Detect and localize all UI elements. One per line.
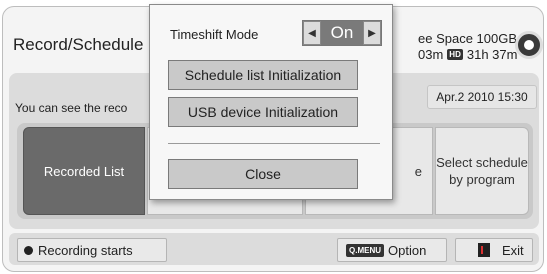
schedule-list-init-button[interactable]: Schedule list Initialization — [168, 60, 358, 90]
timeshift-mode-label: Timeshift Mode — [170, 27, 259, 42]
select-schedule-by-program-option[interactable]: Select schedule by program — [435, 127, 529, 215]
usb-device-init-button[interactable]: USB device Initialization — [168, 97, 358, 127]
exit-button[interactable]: Exit — [455, 238, 533, 262]
description-text: You can see the reco — [15, 101, 128, 115]
recording-starts-label: Recording starts — [38, 242, 133, 258]
recorded-list-option[interactable]: Recorded List — [23, 127, 145, 215]
exit-icon — [478, 243, 490, 257]
free-space-text: ee Space 100GB — [418, 31, 518, 46]
qmenu-badge: Q.MENU — [346, 243, 384, 257]
remaining-time-hd: 31h 37m — [466, 47, 518, 62]
bottom-bar: Recording starts Q.MENU Option Exit — [9, 233, 539, 265]
timeshift-mode-value: On — [321, 21, 363, 45]
remaining-time-sd: 03m — [418, 47, 444, 62]
option-label: Option — [388, 242, 427, 258]
exit-label: Exit — [502, 242, 524, 258]
page-title: Record/Schedule — [13, 35, 144, 54]
right-arrow-icon[interactable]: ▶ — [363, 21, 381, 45]
timeshift-mode-selector[interactable]: ◀ On ▶ — [302, 20, 382, 46]
left-arrow-icon[interactable]: ◀ — [303, 21, 321, 45]
remaining-time-row: 03m HD 31h 37m — [418, 47, 517, 62]
option-button[interactable]: Q.MENU Option — [337, 238, 447, 262]
hd-badge: HD — [447, 49, 463, 60]
disc-usage-icon — [515, 31, 543, 59]
popup-divider — [168, 143, 380, 144]
settings-popup: Timeshift Mode ◀ On ▶ Schedule list Init… — [149, 4, 393, 200]
close-button[interactable]: Close — [168, 159, 358, 189]
datetime-display: Apr.2 2010 15:30 — [427, 85, 537, 109]
recording-starts-button[interactable]: Recording starts — [17, 238, 167, 262]
record-dot-icon — [24, 245, 33, 255]
